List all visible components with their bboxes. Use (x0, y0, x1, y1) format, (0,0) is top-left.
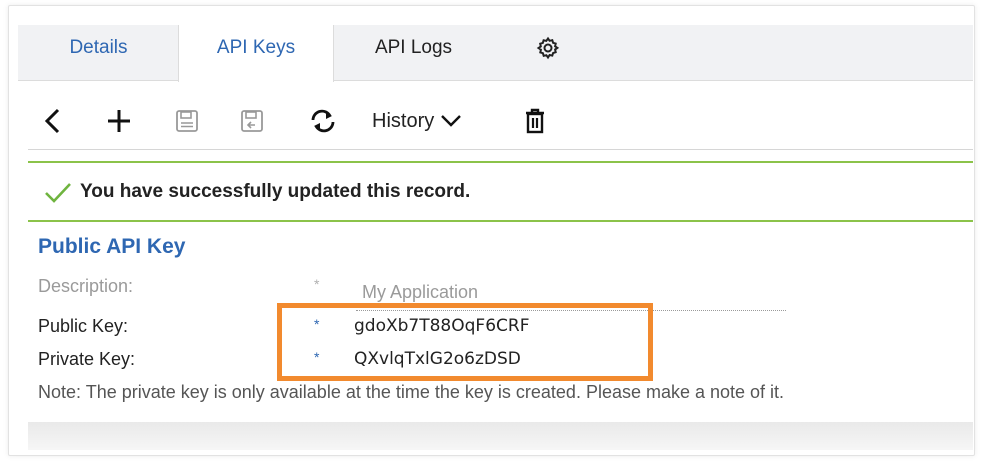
toolbar-divider (28, 149, 973, 150)
success-message: You have successfully updated this recor… (80, 180, 471, 202)
success-alert: You have successfully updated this recor… (28, 161, 973, 222)
private-key-label: Private Key: (38, 349, 136, 369)
bottom-bar (28, 422, 973, 450)
toolbar: History (30, 96, 970, 146)
description-field[interactable]: My Application (362, 282, 478, 303)
public-key-label: Public Key: (38, 316, 129, 336)
history-dropdown[interactable]: History (372, 96, 482, 146)
gear-icon[interactable] (523, 25, 573, 81)
required-marker: * (314, 276, 320, 292)
description-label: Description: (38, 276, 134, 296)
refresh-icon[interactable] (305, 96, 341, 146)
floppy-disk-icon[interactable] (170, 96, 204, 146)
plus-icon[interactable] (102, 96, 136, 146)
tab-details[interactable]: Details (36, 25, 161, 81)
floppy-disk-exit-icon[interactable] (235, 96, 269, 146)
highlight-box (277, 303, 653, 381)
history-label: History (372, 109, 435, 132)
chevron-down-icon (441, 115, 462, 127)
private-key-note: Note: The private key is only available … (38, 382, 785, 402)
tab-api-logs[interactable]: API Logs (346, 25, 481, 81)
tab-api-keys[interactable]: API Keys (178, 25, 334, 82)
check-icon (45, 182, 71, 203)
section-title: Public API Key (38, 235, 186, 258)
trash-icon[interactable] (518, 96, 552, 146)
chevron-left-icon[interactable] (38, 96, 68, 146)
tab-bar: Details API Keys API Logs (18, 25, 973, 82)
